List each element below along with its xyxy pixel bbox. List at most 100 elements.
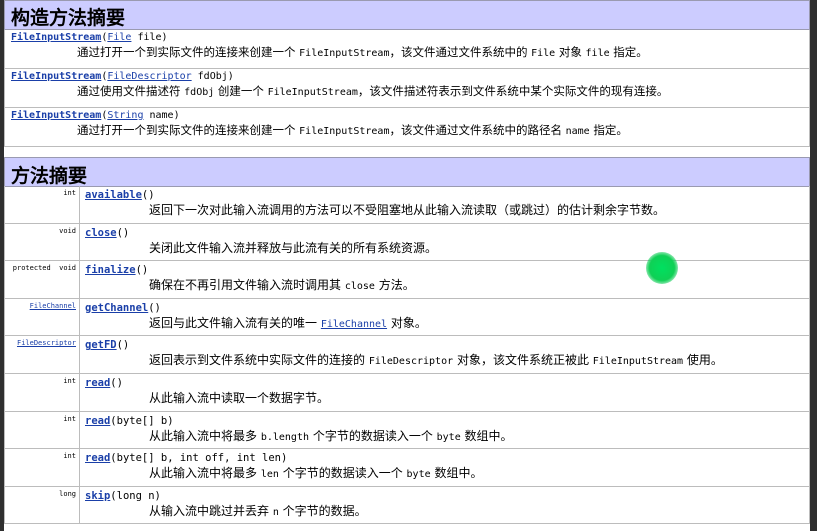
method-signature: available() bbox=[85, 189, 803, 202]
method-description: 从此输入流中将最多 b.length 个字节的数据读入一个 byte 数组中。 bbox=[149, 428, 803, 446]
method-return-type: void bbox=[5, 223, 80, 261]
method-body: getChannel() 返回与此文件输入流有关的唯一 FileChannel 对… bbox=[80, 299, 809, 336]
constructor-signature: FileInputStream(String name) bbox=[11, 109, 803, 122]
desc-text: 指定。 bbox=[609, 45, 648, 59]
desc-text: 从此输入流中将最多 bbox=[149, 466, 261, 481]
method-params: (long n) bbox=[110, 489, 161, 502]
method-signature: getChannel() bbox=[85, 302, 803, 315]
desc-text: ，该文件通过文件系统中的路径名 bbox=[389, 123, 566, 137]
constructor-row: FileInputStream(FileDescriptor fdObj) 通过使… bbox=[4, 69, 810, 108]
method-name-link[interactable]: getFD bbox=[85, 339, 117, 351]
desc-text: 个字节的数据。 bbox=[278, 503, 367, 518]
method-body: skip(long n) 从输入流中跳过并丢弃 n 个字节的数据。 bbox=[80, 487, 809, 524]
desc-code: byte bbox=[406, 469, 431, 481]
desc-code: FileDescriptor bbox=[368, 356, 454, 368]
method-return-type: int bbox=[5, 186, 80, 223]
constructor-description: 通过使用文件描述符 fdObj 创建一个 FileInputStream，该文件… bbox=[77, 83, 803, 101]
return-type-text: int bbox=[63, 414, 76, 423]
return-type-link[interactable]: FileChannel bbox=[30, 302, 76, 310]
desc-text: 通过打开一个到实际文件的连接来创建一个 bbox=[77, 45, 300, 59]
method-params: () bbox=[116, 339, 130, 352]
return-type-text: protected void bbox=[12, 264, 76, 273]
desc-text: 对象。 bbox=[387, 315, 427, 330]
method-signature: read() bbox=[85, 377, 803, 390]
return-type-link[interactable]: FileDescriptor bbox=[17, 339, 76, 347]
method-name-link[interactable]: read bbox=[85, 415, 110, 427]
constructor-signature: FileInputStream(File file) bbox=[11, 31, 803, 44]
desc-text: 个字节的数据读入一个 bbox=[309, 428, 437, 443]
return-type-text: int bbox=[63, 452, 76, 461]
method-signature: getFD() bbox=[85, 339, 803, 352]
method-summary-title: 方法摘要 bbox=[11, 165, 88, 187]
method-return-type: FileChannel bbox=[5, 298, 80, 336]
method-return-type: long bbox=[5, 486, 80, 524]
param-rest: name) bbox=[143, 110, 180, 121]
method-body: finalize() 确保在不再引用文件输入流时调用其 close 方法。 bbox=[80, 261, 809, 298]
method-row: int read(byte[] b, int off, int len) 从此输入流… bbox=[4, 449, 810, 487]
desc-text: 对象 bbox=[555, 45, 586, 59]
desc-text: 确保在不再引用文件输入流时调用其 bbox=[149, 278, 345, 293]
method-row: void close() 关闭此文件输入流并释放与此流有关的所有系统资源。 bbox=[4, 223, 810, 262]
method-body: read(byte[] b) 从此输入流中将最多 b.length 个字节的数据读… bbox=[80, 412, 809, 449]
desc-link[interactable]: FileChannel bbox=[321, 319, 387, 330]
method-signature: close() bbox=[85, 227, 803, 240]
desc-code: name bbox=[565, 126, 590, 137]
method-row: int read() 从此输入流中读取一个数据字节。 bbox=[4, 373, 810, 412]
constructor-summary-title: 构造方法摘要 bbox=[11, 7, 126, 29]
method-description: 确保在不再引用文件输入流时调用其 close 方法。 bbox=[149, 277, 803, 295]
desc-code: byte bbox=[436, 431, 461, 443]
method-return-type: int bbox=[5, 373, 80, 411]
method-params: () bbox=[141, 189, 155, 201]
desc-code: FileInputStream bbox=[592, 356, 684, 368]
method-body: getFD() 返回表示到文件系统中实际文件的连接的 FileDescriptor… bbox=[80, 336, 809, 373]
desc-text: 方法。 bbox=[374, 278, 415, 293]
method-params: (byte[] b, int off, int len) bbox=[110, 452, 288, 465]
method-name-link[interactable]: getChannel bbox=[85, 302, 148, 314]
param-type-link[interactable]: String bbox=[107, 110, 143, 121]
method-params: () bbox=[148, 301, 161, 314]
method-body: available() 返回下一次对此输入流调用的方法可以不受阻塞地从此输入流读取… bbox=[80, 186, 809, 223]
param-type-link[interactable]: File bbox=[107, 32, 131, 43]
method-signature: read(byte[] b, int off, int len) bbox=[85, 452, 803, 465]
method-name-link[interactable]: finalize bbox=[85, 264, 136, 276]
constructor-name-link[interactable]: FileInputStream bbox=[11, 32, 101, 43]
desc-code: FileInputStream bbox=[299, 126, 390, 137]
method-signature: skip(long n) bbox=[85, 490, 803, 503]
constructor-row: FileInputStream(String name) 通过打开一个到实际文件的… bbox=[4, 108, 810, 147]
desc-code: file bbox=[585, 48, 610, 59]
method-name-link[interactable]: available bbox=[85, 189, 142, 201]
method-params: () bbox=[110, 376, 123, 389]
param-rest: file) bbox=[131, 32, 168, 43]
desc-text: 从输入流中跳过并丢弃 bbox=[149, 503, 273, 518]
desc-text: ，该文件描述符表示到文件系统中某个实际文件的现有连接。 bbox=[357, 84, 669, 98]
method-params: () bbox=[135, 264, 149, 277]
return-type-text: void bbox=[59, 226, 76, 235]
method-signature: read(byte[] b) bbox=[85, 415, 803, 428]
method-description: 返回表示到文件系统中实际文件的连接的 FileDescriptor 对象，该文件… bbox=[149, 352, 803, 370]
param-type-link[interactable]: FileDescriptor bbox=[107, 71, 191, 82]
constructor-name-link[interactable]: FileInputStream bbox=[11, 110, 101, 121]
desc-text: 从此输入流中将最多 bbox=[149, 428, 261, 443]
method-return-type: FileDescriptor bbox=[5, 336, 80, 373]
method-name-link[interactable]: read bbox=[85, 377, 110, 389]
method-name-link[interactable]: skip bbox=[85, 490, 110, 502]
desc-text: 个字节的数据读入一个 bbox=[278, 466, 407, 481]
method-summary-header: 方法摘要 bbox=[4, 157, 810, 187]
return-type-text: int bbox=[63, 376, 76, 385]
desc-text: ，该文件通过文件系统中的 bbox=[389, 45, 532, 59]
method-name-link[interactable]: read bbox=[85, 452, 110, 464]
method-signature: finalize() bbox=[85, 264, 803, 277]
method-table: int available() 返回下一次对此输入流调用的方法可以不受阻塞地从此输入… bbox=[4, 186, 810, 525]
method-name-link[interactable]: close bbox=[85, 227, 117, 239]
param-rest: fdObj) bbox=[191, 71, 234, 82]
constructor-description: 通过打开一个到实际文件的连接来创建一个 FileInputStream，该文件通… bbox=[77, 44, 803, 62]
desc-code: fdObj bbox=[184, 87, 215, 98]
desc-code: File bbox=[531, 48, 556, 59]
return-type-text: int bbox=[63, 189, 76, 197]
desc-code: FileInputStream bbox=[299, 48, 390, 59]
return-type-text: long bbox=[59, 489, 76, 498]
desc-text: 返回下一次对此输入流调用的方法可以不受阻塞地从此输入流读取（或跳过）的估计剩余字… bbox=[149, 203, 666, 217]
desc-text: 数组中。 bbox=[460, 428, 513, 443]
constructor-name-link[interactable]: FileInputStream bbox=[11, 71, 101, 82]
method-params: (byte[] b) bbox=[110, 414, 174, 427]
